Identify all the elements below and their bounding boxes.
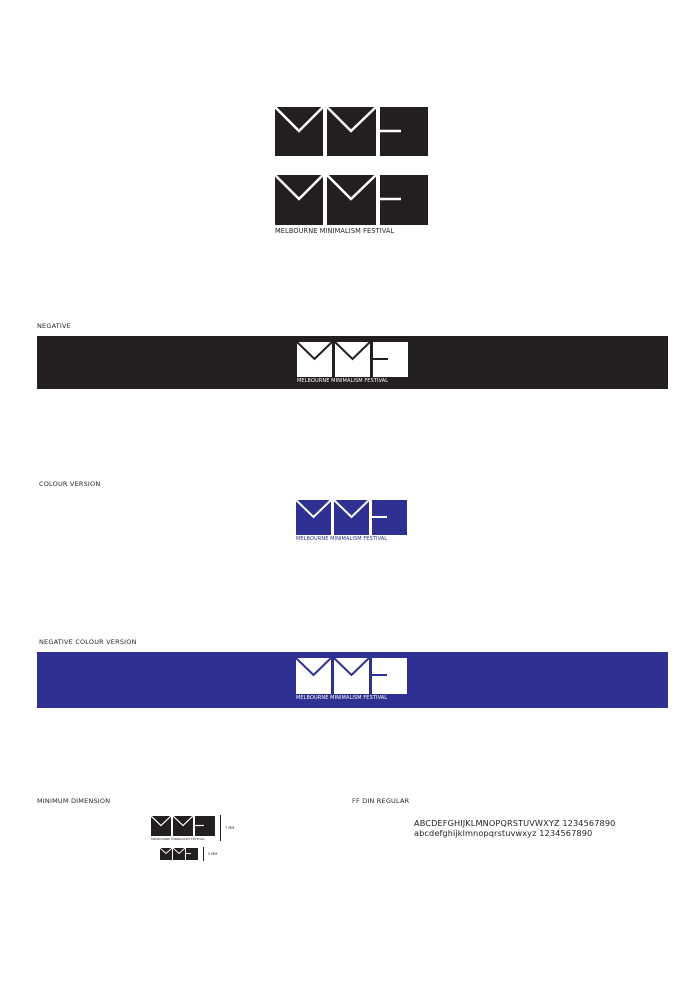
mmf-logo-mark-icon	[297, 342, 408, 377]
section-label-colour-version: COLOUR VERSION	[39, 480, 101, 488]
dimension-line-large	[220, 815, 221, 841]
mmf-logo-mark-icon	[296, 658, 407, 694]
mmf-logo-mark-icon	[160, 848, 198, 860]
font-sample-lowercase: abcdefghijklmnopqrstuvwxyz 1234567890	[414, 828, 593, 838]
logo-name-text: MELBOURNE MINIMALISM FESTIVAL	[275, 227, 395, 235]
mmf-logo-mark-icon	[296, 500, 407, 535]
mmf-logo-mark-icon	[151, 816, 215, 836]
section-label-negative: NEGATIVE	[37, 322, 71, 330]
dimension-label-large: 7 MM	[225, 826, 235, 830]
mmf-logo-mark-icon	[275, 107, 428, 156]
section-label-font-name: FF DIN REGULAR	[352, 797, 410, 805]
section-label-minimum-dimension: MINIMUM DIMENSION	[37, 797, 111, 805]
mmf-logo-mark-icon	[275, 175, 428, 225]
logo-name-text: MELBOURNE MINIMALISM FESTIVAL	[296, 695, 388, 701]
dimension-label-small: 5 MM	[208, 852, 218, 856]
section-label-negative-colour-version: NEGATIVE COLOUR VERSION	[39, 638, 137, 646]
logo-name-text: MELBOURNE MINIMALISM FESTIVAL	[296, 536, 388, 542]
font-sample-uppercase: ABCDEFGHIJKLMNOPQRSTUVWXYZ 1234567890	[414, 818, 616, 828]
logo-name-text: MELBOURNE MINIMALISM FESTIVAL	[297, 378, 389, 384]
logo-name-text: MELBOURNE MINIMALISM FESTIVAL	[151, 837, 205, 841]
dimension-line-small	[203, 847, 204, 861]
